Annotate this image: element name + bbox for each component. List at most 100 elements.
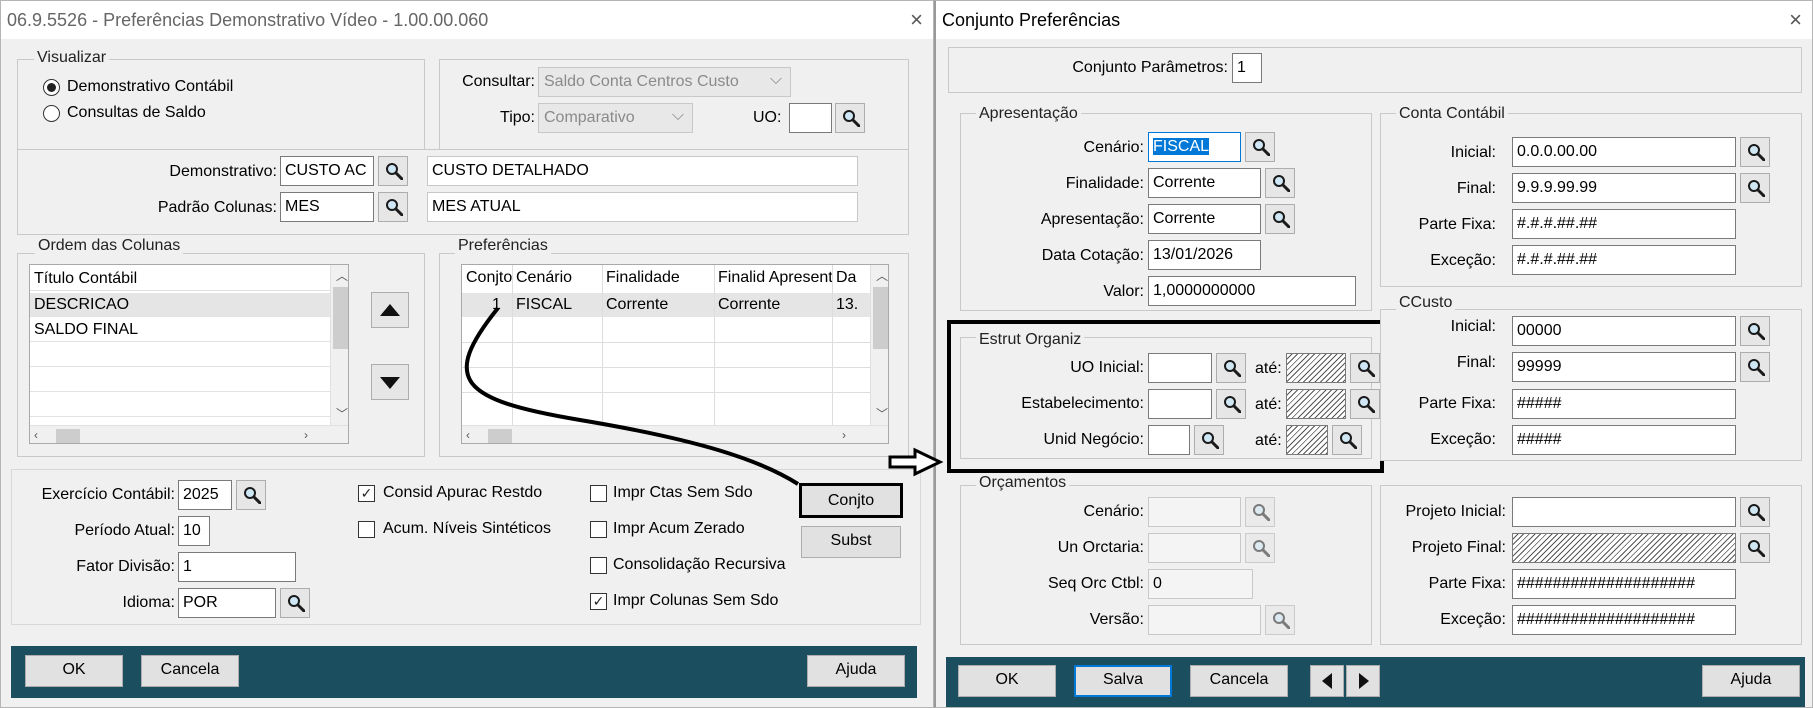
apresentacao-search-button[interactable] — [1265, 204, 1295, 234]
orc-cenario-search-button[interactable] — [1245, 497, 1275, 527]
impr-colunas-checkbox[interactable]: ✓ — [590, 593, 607, 610]
scroll-up-icon[interactable]: ︿ — [336, 269, 348, 283]
move-down-button[interactable] — [371, 364, 409, 400]
scroll-up-icon[interactable]: ︿ — [876, 269, 888, 283]
ordem-colunas-list[interactable]: Título Contábil DESCRICAO SALDO FINAL ︿ … — [29, 264, 349, 444]
ccusto-fixa-field[interactable]: ##### — [1512, 389, 1736, 419]
conta-final-search-button[interactable] — [1740, 173, 1770, 203]
conta-contabil-legend: Conta Contábil — [1396, 105, 1508, 123]
close-icon[interactable]: × — [1789, 1, 1802, 39]
projeto-inicial-search-button[interactable] — [1740, 497, 1770, 527]
list-item[interactable]: DESCRICAO — [30, 293, 330, 317]
versao-search-button[interactable] — [1265, 605, 1295, 635]
un-orctaria-field[interactable] — [1148, 533, 1241, 563]
conta-inicial-search-button[interactable] — [1740, 137, 1770, 167]
table-header-finalid-apresent: Finalid Apresent — [718, 269, 833, 286]
projeto-final-search-button[interactable] — [1740, 533, 1770, 563]
padrao-colunas-field[interactable]: MES — [280, 192, 374, 222]
ccusto-final-field[interactable]: 99999 — [1512, 352, 1736, 382]
preferencias-horizontal-scrollbar[interactable]: ‹ › — [462, 425, 888, 443]
cancela-button[interactable]: Cancela — [141, 655, 239, 687]
consid-apurac-checkbox[interactable]: ✓ — [358, 485, 375, 502]
periodo-field[interactable]: 10 — [178, 516, 210, 546]
ccusto-final-search-button[interactable] — [1740, 352, 1770, 382]
data-cotacao-field[interactable]: 13/01/2026 — [1148, 240, 1261, 270]
apresentacao-field[interactable]: Corrente — [1148, 204, 1261, 234]
ccusto-excecao-field[interactable]: ##### — [1512, 425, 1736, 455]
uo-field[interactable] — [789, 103, 832, 133]
scroll-thumb[interactable] — [333, 287, 348, 349]
scroll-down-icon[interactable]: ﹀ — [876, 407, 888, 421]
search-icon — [1747, 539, 1765, 557]
fator-field[interactable]: 1 — [178, 552, 296, 582]
move-up-button[interactable] — [371, 292, 409, 328]
projeto-final-field[interactable] — [1512, 533, 1736, 563]
conjto-button[interactable]: Conjto — [799, 483, 903, 518]
scroll-down-icon[interactable]: ﹀ — [336, 407, 348, 421]
projeto-inicial-field[interactable] — [1512, 497, 1736, 527]
radio-consultas-saldo[interactable] — [43, 105, 60, 122]
table-header-data: Da — [836, 269, 857, 286]
cenario-field[interactable]: FISCAL — [1148, 132, 1241, 162]
tipo-select[interactable]: Comparativo — [538, 102, 693, 133]
versao-field[interactable] — [1148, 605, 1261, 635]
preferencias-table[interactable]: Conjto Cenário Finalidade Finalid Aprese… — [461, 264, 889, 444]
salva-button[interactable]: Salva — [1074, 665, 1172, 697]
consolidacao-checkbox[interactable] — [590, 557, 607, 574]
exercicio-search-button[interactable] — [236, 480, 266, 510]
conta-fixa-label: Parte Fixa: — [1418, 216, 1496, 233]
ccusto-inicial-search-button[interactable] — [1740, 316, 1770, 346]
scroll-thumb[interactable] — [873, 287, 888, 349]
orcamentos-legend: Orçamentos — [976, 474, 1070, 492]
preferencias-vertical-scrollbar[interactable]: ︿ ﹀ — [870, 265, 888, 425]
cancela-button[interactable]: Cancela — [1190, 665, 1288, 697]
valor-field[interactable]: 1,0000000000 — [1148, 276, 1356, 306]
projeto-excecao-field[interactable]: #################### — [1512, 605, 1736, 635]
conta-fixa-field[interactable]: #.#.#.##.## — [1512, 209, 1736, 239]
conta-final-field[interactable]: 9.9.9.99.99 — [1512, 173, 1736, 203]
exercicio-field[interactable]: 2025 — [178, 480, 232, 510]
radio-demonstrativo-contabil[interactable] — [43, 79, 60, 96]
ajuda-button[interactable]: Ajuda — [807, 655, 905, 687]
padrao-colunas-search-button[interactable] — [378, 192, 408, 222]
previous-button[interactable] — [1310, 665, 1344, 697]
scroll-left-icon[interactable]: ‹ — [34, 428, 38, 442]
finalidade-field[interactable]: Corrente — [1148, 168, 1261, 198]
scroll-thumb[interactable] — [488, 429, 512, 443]
list-item[interactable]: SALDO FINAL — [30, 318, 330, 342]
ccusto-excecao-label: Exceção: — [1430, 431, 1496, 448]
ordem-horizontal-scrollbar[interactable]: ‹ › — [30, 425, 348, 443]
consultar-select[interactable]: Saldo Conta Centros Custo — [538, 66, 791, 97]
un-orctaria-search-button[interactable] — [1245, 533, 1275, 563]
demonstrativo-code-field[interactable]: CUSTO AC — [280, 156, 374, 186]
idioma-search-button[interactable] — [280, 588, 310, 618]
finalidade-search-button[interactable] — [1265, 168, 1295, 198]
impr-acum-checkbox[interactable] — [590, 521, 607, 538]
scroll-right-icon[interactable]: › — [304, 428, 308, 442]
impr-ctas-checkbox[interactable] — [590, 485, 607, 502]
cenario-search-button[interactable] — [1245, 132, 1275, 162]
next-button[interactable] — [1346, 665, 1380, 697]
orc-cenario-field[interactable] — [1148, 497, 1241, 527]
subst-button[interactable]: Subst — [801, 526, 901, 558]
close-icon[interactable]: × — [910, 1, 923, 39]
preferencias-window: 06.9.5526 - Preferências Demonstrativo V… — [0, 0, 934, 708]
ajuda-button[interactable]: Ajuda — [1702, 665, 1800, 697]
ok-button[interactable]: OK — [25, 655, 123, 687]
orc-cenario-label: Cenário: — [1083, 503, 1144, 520]
ok-button[interactable]: OK — [958, 665, 1056, 697]
conta-excecao-field[interactable]: #.#.#.##.## — [1512, 245, 1736, 275]
uo-search-button[interactable] — [835, 103, 865, 133]
idioma-field[interactable]: POR — [178, 588, 276, 618]
seq-orc-field[interactable]: 0 — [1148, 569, 1253, 599]
ordem-vertical-scrollbar[interactable]: ︿ ﹀ — [330, 265, 348, 425]
conta-inicial-field[interactable]: 0.0.0.00.00 — [1512, 137, 1736, 167]
scroll-thumb[interactable] — [56, 429, 80, 443]
acum-niveis-checkbox[interactable] — [358, 521, 375, 538]
scroll-left-icon[interactable]: ‹ — [466, 428, 470, 442]
conjunto-parametros-field[interactable]: 1 — [1232, 53, 1262, 83]
demonstrativo-search-button[interactable] — [378, 156, 408, 186]
projeto-fixa-field[interactable]: #################### — [1512, 569, 1736, 599]
scroll-right-icon[interactable]: › — [842, 428, 846, 442]
ccusto-inicial-field[interactable]: 00000 — [1512, 316, 1736, 346]
